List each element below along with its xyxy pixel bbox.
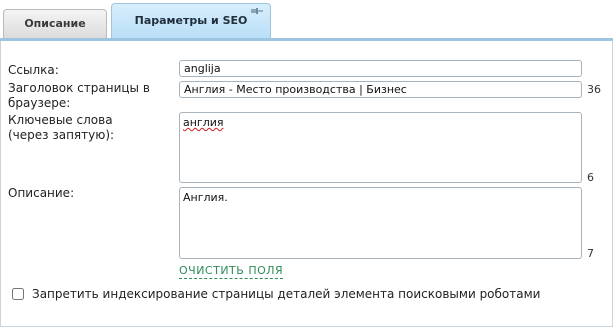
description-label: Описание: xyxy=(8,186,75,200)
tab-bar: Описание Параметры и SEO xyxy=(0,0,613,41)
title-label: Заголовок страницы в браузере: xyxy=(8,81,150,110)
description-textarea[interactable]: Англия. xyxy=(179,187,582,259)
title-input[interactable] xyxy=(179,81,582,98)
link-label: Ссылка: xyxy=(8,63,59,77)
tab-description[interactable]: Описание xyxy=(3,9,107,38)
clear-fields-link[interactable]: ОЧИСТИТЬ ПОЛЯ xyxy=(179,264,284,279)
keywords-value: англия xyxy=(183,116,224,129)
keywords-label: Ключевые слова (через запятую): xyxy=(8,113,115,142)
keywords-textarea[interactable]: англия xyxy=(179,112,582,183)
tab-description-label: Описание xyxy=(24,17,86,30)
pin-icon[interactable] xyxy=(250,7,264,15)
tab-params-seo[interactable]: Параметры и SEO xyxy=(111,3,271,39)
description-char-count: 7 xyxy=(587,247,594,260)
keywords-char-count: 6 xyxy=(587,171,594,184)
title-char-count: 36 xyxy=(587,83,601,96)
noindex-checkbox[interactable] xyxy=(12,288,24,300)
link-input[interactable] xyxy=(179,60,582,77)
tab-params-seo-label: Параметры и SEO xyxy=(134,14,248,27)
noindex-label: Запретить индексирование страницы детале… xyxy=(32,287,541,301)
